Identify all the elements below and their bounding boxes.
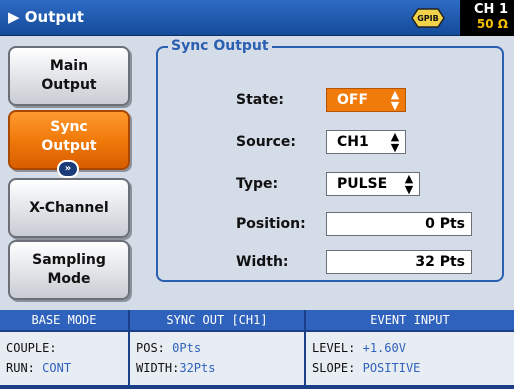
title-bar: ▶ Output GPIB CH 1 50 Ω	[0, 0, 514, 36]
play-triangle-icon: ▶	[8, 8, 25, 26]
position-field[interactable]: 0 Pts	[326, 212, 472, 236]
impedance-label: 50 Ω	[476, 17, 508, 31]
channel-indicator: CH 1 50 Ω	[460, 0, 514, 36]
state-select[interactable]: OFF ▲ ▼	[326, 88, 406, 112]
position-label: Position:	[236, 216, 306, 232]
source-label: Source:	[236, 134, 296, 150]
base-mode-cell: COUPLE: RUN: CONT	[0, 332, 128, 385]
base-mode-header: BASE MODE	[0, 310, 130, 330]
x-channel-button[interactable]: X-Channel	[8, 178, 130, 238]
main-output-button[interactable]: Main Output	[8, 46, 130, 106]
spin-arrows-icon: ▲ ▼	[404, 172, 414, 196]
status-bar: BASE MODE SYNC OUT [CH1] EVENT INPUT COU…	[0, 310, 514, 389]
svg-text:GPIB: GPIB	[417, 14, 439, 23]
width-label: Width:	[236, 254, 289, 270]
page-title: ▶ Output	[8, 8, 84, 26]
channel-label: CH 1	[474, 2, 508, 17]
source-select[interactable]: CH1 ▲ ▼	[326, 130, 406, 154]
width-field[interactable]: 32 Pts	[326, 250, 472, 274]
sync-output-group: Sync Output State: OFF ▲ ▼ Source: CH1 ▲ ▼…	[156, 38, 504, 282]
double-chevron-down-icon[interactable]: »	[57, 160, 79, 178]
spin-arrows-icon: ▲ ▼	[390, 130, 400, 154]
sampling-mode-button[interactable]: Sampling Mode	[8, 240, 130, 300]
main-panel: Sync Output State: OFF ▲ ▼ Source: CH1 ▲ ▼…	[138, 36, 514, 298]
gpib-icon: GPIB	[411, 8, 445, 28]
state-label: State:	[236, 92, 285, 108]
event-input-cell: LEVEL: +1.60V SLOPE: POSITIVE	[306, 332, 514, 385]
event-input-header: EVENT INPUT	[306, 310, 514, 330]
group-title: Sync Output	[168, 38, 272, 54]
type-label: Type:	[236, 176, 279, 192]
sync-out-header: SYNC OUT [CH1]	[130, 310, 306, 330]
sync-out-cell: POS: 0Pts WIDTH:32Pts	[130, 332, 304, 385]
type-select[interactable]: PULSE ▲ ▼	[326, 172, 420, 196]
spin-arrows-icon: ▲ ▼	[390, 88, 400, 112]
